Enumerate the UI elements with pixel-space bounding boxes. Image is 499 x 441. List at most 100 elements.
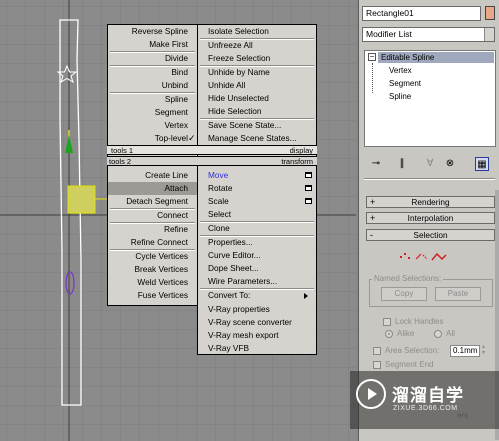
menu-item-refine-connect[interactable]: Refine Connect bbox=[108, 236, 197, 249]
menu-item-unhide-by-name[interactable]: Unhide by Name bbox=[198, 66, 316, 79]
paste-button[interactable]: Paste bbox=[435, 287, 481, 301]
menu-item-hide-selection[interactable]: Hide Selection bbox=[198, 105, 316, 118]
remove-modifier-icon[interactable]: ⊗ bbox=[443, 157, 457, 171]
menu-item-curve-editor[interactable]: Curve Editor... bbox=[198, 249, 316, 262]
menu-item-create-line[interactable]: Create Line bbox=[108, 169, 197, 182]
menu-item-vray-vfb[interactable]: V-Ray VFB bbox=[198, 342, 316, 355]
rollout-selection-label: Selection bbox=[413, 230, 448, 240]
menu-item-hide-unselected[interactable]: Hide Unselected bbox=[198, 92, 316, 105]
expand-icon: + bbox=[370, 197, 376, 207]
selection-level-icons[interactable] bbox=[399, 250, 459, 264]
object-name-field[interactable]: Rectangle01 bbox=[362, 6, 481, 21]
rollout-interpolation-label: Interpolation bbox=[407, 213, 454, 223]
menu-item-make-first[interactable]: Make First bbox=[108, 38, 197, 51]
menu-item-weld-vertices[interactable]: Weld Vertices bbox=[108, 276, 197, 289]
menu-item-refine[interactable]: Refine bbox=[108, 223, 197, 236]
menu-item-unbind[interactable]: Unbind bbox=[108, 79, 197, 92]
lock-handles-label: Lock Handles bbox=[395, 317, 444, 326]
rollout-rendering-label: Rendering bbox=[411, 197, 450, 207]
menu-item-select[interactable]: Select bbox=[198, 208, 316, 221]
dialog-icon[interactable] bbox=[305, 172, 312, 178]
dialog-icon[interactable] bbox=[305, 198, 312, 204]
menu-item-reverse-spline[interactable]: Reverse Spline bbox=[108, 25, 197, 38]
menu-item-fuse-vertices[interactable]: Fuse Vertices bbox=[108, 289, 197, 302]
rollout-interpolation[interactable]: + Interpolation bbox=[366, 212, 495, 224]
spline-level-icon bbox=[431, 252, 447, 261]
watermark: 溜溜自学 ZIXUE.3D66.COM bbox=[350, 371, 499, 429]
dialog-icon[interactable] bbox=[305, 185, 312, 191]
collapse-icon: - bbox=[370, 230, 373, 240]
menu-item-unfreeze-all[interactable]: Unfreeze All bbox=[198, 39, 316, 52]
header-tools-1: tools 1 bbox=[107, 145, 198, 155]
menu-item-rotate[interactable]: Rotate bbox=[198, 182, 316, 195]
menu-item-divide[interactable]: Divide bbox=[108, 52, 197, 65]
segment-end-checkbox[interactable] bbox=[373, 361, 381, 369]
all-radio[interactable] bbox=[434, 330, 442, 338]
alike-label: Alike bbox=[397, 329, 415, 338]
menu-item-dope-sheet[interactable]: Dope Sheet... bbox=[198, 262, 316, 275]
checkmark-icon: ✓ bbox=[188, 133, 196, 143]
area-selection-label: Area Selection: bbox=[385, 346, 440, 355]
stack-item-vertex[interactable]: Vertex bbox=[389, 65, 412, 76]
alike-radio[interactable] bbox=[385, 330, 393, 338]
gizmo-plane bbox=[67, 185, 96, 214]
menu-item-clone[interactable]: Clone bbox=[198, 222, 316, 235]
modifier-list-label: Modifier List bbox=[366, 29, 412, 39]
menu-item-freeze-selection[interactable]: Freeze Selection bbox=[198, 52, 316, 65]
pin-stack-icon[interactable]: ⊸ bbox=[369, 157, 383, 171]
menu-item-bind[interactable]: Bind bbox=[108, 66, 197, 79]
configure-modifier-sets-icon[interactable]: ▦ bbox=[475, 157, 489, 171]
stack-collapse-icon[interactable]: − bbox=[368, 53, 376, 61]
stack-item-segment[interactable]: Segment bbox=[389, 78, 421, 89]
segment-level-icon bbox=[415, 253, 428, 260]
watermark-brand: 溜溜自学 bbox=[392, 386, 464, 405]
header-transform: transform bbox=[197, 156, 317, 166]
segment-end-label: Segment End bbox=[385, 360, 434, 369]
header-tools-2: tools 2 bbox=[107, 156, 198, 166]
area-selection-spinner[interactable]: 0.1mm bbox=[450, 345, 480, 357]
menu-item-break-vertices[interactable]: Break Vertices bbox=[108, 263, 197, 276]
area-selection-checkbox[interactable] bbox=[373, 347, 381, 355]
menu-item-spline[interactable]: Spline bbox=[108, 93, 197, 106]
expand-icon: + bbox=[370, 213, 376, 223]
menu-item-vray-scene-converter[interactable]: V-Ray scene converter bbox=[198, 316, 316, 329]
menu-item-connect[interactable]: Connect bbox=[108, 209, 197, 222]
rollout-selection[interactable]: - Selection bbox=[366, 229, 495, 241]
menu-item-save-scene-state[interactable]: Save Scene State... bbox=[198, 119, 316, 132]
modifier-list-dropdown[interactable]: Modifier List bbox=[362, 27, 495, 42]
menu-item-top-level[interactable]: Top-level bbox=[108, 132, 197, 145]
chevron-down-icon bbox=[484, 28, 494, 41]
menu-item-vertex[interactable]: Vertex bbox=[108, 119, 197, 132]
menu-item-move[interactable]: Move bbox=[198, 169, 316, 182]
menu-item-vray-mesh-export[interactable]: V-Ray mesh export bbox=[198, 329, 316, 342]
menu-item-properties[interactable]: Properties... bbox=[198, 236, 316, 249]
watermark-url: ZIXUE.3D66.COM bbox=[393, 405, 458, 412]
menu-item-detach-segment[interactable]: Detach Segment bbox=[108, 195, 197, 208]
menu-item-scale[interactable]: Scale bbox=[198, 195, 316, 208]
make-unique-icon[interactable]: ∀ bbox=[423, 157, 437, 171]
lock-handles-checkbox[interactable] bbox=[383, 318, 391, 326]
modifier-stack[interactable]: − Editable Spline Vertex Segment Spline bbox=[364, 50, 496, 147]
menu-item-attach[interactable]: Attach bbox=[108, 182, 197, 195]
object-color-swatch[interactable] bbox=[485, 6, 495, 20]
menu-item-vray-properties[interactable]: V-Ray properties bbox=[198, 303, 316, 316]
watermark-logo bbox=[356, 379, 386, 409]
spinner-arrows-icon[interactable]: ▴ ▾ bbox=[482, 344, 485, 356]
submenu-arrow-icon bbox=[304, 293, 308, 299]
all-label: All bbox=[446, 329, 455, 338]
stack-item-spline[interactable]: Spline bbox=[389, 91, 411, 102]
menu-item-convert-to[interactable]: Convert To: bbox=[198, 289, 316, 302]
header-display: display bbox=[197, 145, 317, 155]
vertex-level-icon bbox=[400, 253, 410, 259]
menu-item-unhide-all[interactable]: Unhide All bbox=[198, 79, 316, 92]
stack-item-editable-spline[interactable]: Editable Spline bbox=[378, 52, 494, 63]
menu-item-manage-scene-states[interactable]: Manage Scene States... bbox=[198, 132, 316, 145]
copy-button[interactable]: Copy bbox=[381, 287, 427, 301]
perspective-viewport[interactable]: Reverse Spline Make First Divide Bind Un… bbox=[0, 0, 356, 441]
menu-item-wire-parameters[interactable]: Wire Parameters... bbox=[198, 275, 316, 288]
menu-item-isolate-selection[interactable]: Isolate Selection bbox=[198, 25, 316, 38]
rollout-rendering[interactable]: + Rendering bbox=[366, 196, 495, 208]
menu-item-cycle-vertices[interactable]: Cycle Vertices bbox=[108, 250, 197, 263]
menu-item-segment[interactable]: Segment bbox=[108, 106, 197, 119]
show-end-result-icon[interactable]: ∥ bbox=[395, 157, 409, 171]
